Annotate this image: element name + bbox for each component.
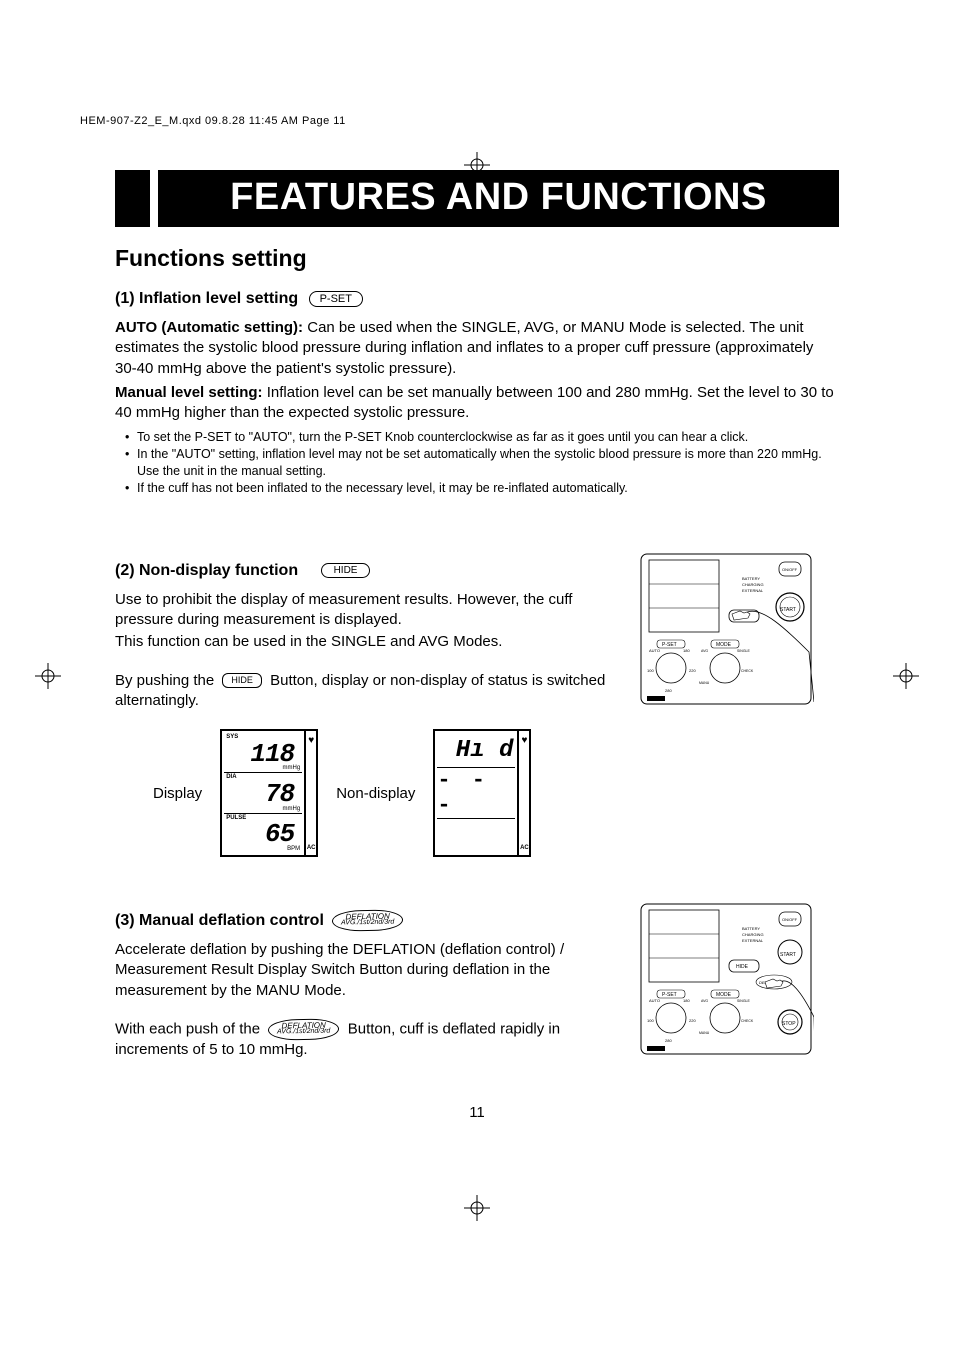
svg-text:MANU: MANU <box>699 1031 710 1035</box>
device-illustration-icon: BATTERY CHARGING EXTERNAL HIDE ON/OFF ST… <box>639 552 814 707</box>
svg-text:220: 220 <box>689 668 696 673</box>
page: HEM-907-Z2_E_M.qxd 09.8.28 11:45 AM Page… <box>0 0 954 1351</box>
heart-icon: ♥ <box>308 735 314 746</box>
svg-text:BATTERY: BATTERY <box>742 926 760 931</box>
s1-heading: (1) Inflation level setting <box>115 290 298 308</box>
dashes: - - - <box>437 768 507 818</box>
svg-text:MANU: MANU <box>699 681 710 685</box>
svg-text:ON/OFF: ON/OFF <box>782 917 798 922</box>
deflation-l2: AVG./1st/2nd/3rd <box>341 920 394 927</box>
section-3: (3) Manual deflation control DEFLATION A… <box>115 902 839 1064</box>
dia-tag: DIA <box>226 774 236 780</box>
svg-text:MODE: MODE <box>716 642 732 648</box>
content: FEATURES AND FUNCTIONS Functions setting… <box>60 170 894 1121</box>
s2-p1: Use to prohibit the display of measureme… <box>115 590 619 631</box>
s3-p1: Accelerate deflation by pushing the DEFL… <box>115 940 619 1001</box>
nondisplay-label: Non-display <box>336 785 415 802</box>
title-tab-left <box>115 170 150 227</box>
s3-p2a: With each push of the <box>115 1020 260 1037</box>
lcd-nondisplay: Hı d - - - ♥ AC <box>433 729 531 857</box>
section-heading: Functions setting <box>115 245 839 272</box>
registration-mark-icon <box>464 1195 490 1221</box>
svg-text:SINGLE: SINGLE <box>737 999 751 1003</box>
svg-text:AVG: AVG <box>701 999 708 1003</box>
svg-text:AUTO: AUTO <box>649 998 660 1003</box>
svg-text:MODE: MODE <box>716 992 732 998</box>
svg-text:SINGLE: SINGLE <box>737 649 751 653</box>
svg-text:280: 280 <box>665 688 672 693</box>
svg-text:AUTO: AUTO <box>649 648 660 653</box>
svg-text:ON/OFF: ON/OFF <box>782 567 798 572</box>
print-header: HEM-907-Z2_E_M.qxd 09.8.28 11:45 AM Page… <box>80 115 346 127</box>
s2-p3a: By pushing the <box>115 672 214 689</box>
s3-heading: (3) Manual deflation control <box>115 912 324 930</box>
svg-text:180: 180 <box>683 998 690 1003</box>
pulse-unit: BPM <box>287 846 300 852</box>
svg-text:HIDE: HIDE <box>736 964 749 970</box>
registration-mark-icon <box>893 663 919 689</box>
ac-label: AC <box>307 845 316 851</box>
s1-bullet-3: If the cuff has not been inflated to the… <box>137 480 839 497</box>
hide-button-inline: HIDE <box>222 673 262 687</box>
s1-bullet-2: In the "AUTO" setting, inflation level m… <box>137 446 839 480</box>
s1-auto-paragraph: AUTO (Automatic setting): Can be used wh… <box>115 318 839 379</box>
s3-p2: With each push of the DEFLATION AVG./1st… <box>115 1019 619 1061</box>
s2-p2: This function can be used in the SINGLE … <box>115 632 619 652</box>
s1-bullet-1: To set the P-SET to "AUTO", turn the P-S… <box>137 429 839 446</box>
s1-manual-label: Manual level setting: <box>115 384 263 401</box>
section-2: (2) Non-display function HIDE Use to pro… <box>115 552 839 857</box>
dia-unit: mmHg <box>283 806 301 812</box>
svg-text:CHECK: CHECK <box>741 669 754 673</box>
registration-mark-icon <box>35 663 61 689</box>
svg-text:220: 220 <box>689 1018 696 1023</box>
svg-text:CHECK: CHECK <box>741 1019 754 1023</box>
svg-text:AVG: AVG <box>701 649 708 653</box>
registration-mark-icon <box>464 152 490 178</box>
svg-text:CHARGING: CHARGING <box>742 932 764 937</box>
s2-heading: (2) Non-display function <box>115 562 298 580</box>
svg-text:CHARGING: CHARGING <box>742 582 764 587</box>
svg-text:START: START <box>780 952 796 958</box>
ac-label: AC <box>520 845 529 851</box>
s2-device-illustration: BATTERY CHARGING EXTERNAL HIDE ON/OFF ST… <box>639 552 839 712</box>
svg-text:100: 100 <box>647 1018 654 1023</box>
s3-device-illustration: BATTERY CHARGING EXTERNAL HIDE ON/OFF ST… <box>639 902 839 1062</box>
pulse-tag: PULSE <box>226 815 246 821</box>
heart-icon: ♥ <box>521 735 527 746</box>
title-bar: FEATURES AND FUNCTIONS <box>115 170 839 227</box>
s1-auto-label: AUTO (Automatic setting): <box>115 319 303 336</box>
device-illustration-icon: BATTERY CHARGING EXTERNAL HIDE ON/OFF ST… <box>639 902 814 1057</box>
svg-text:STOP: STOP <box>782 1021 796 1027</box>
svg-text:P-SET: P-SET <box>662 642 677 648</box>
page-number: 11 <box>115 1104 839 1121</box>
page-title: FEATURES AND FUNCTIONS <box>158 170 839 227</box>
sys-tag: SYS <box>226 734 238 740</box>
svg-text:180: 180 <box>683 648 690 653</box>
pset-pill: P-SET <box>309 291 363 307</box>
hid-text: Hı d <box>456 737 514 764</box>
s1-bullets: •To set the P-SET to "AUTO", turn the P-… <box>115 429 839 497</box>
s2-p3: By pushing the HIDE Button, display or n… <box>115 671 619 712</box>
svg-text:EXTERNAL: EXTERNAL <box>742 588 764 593</box>
lcd-display: SYS 118 mmHg DIA 78 mmHg PULSE <box>220 729 318 857</box>
svg-text:100: 100 <box>647 668 654 673</box>
sys-unit: mmHg <box>283 765 301 771</box>
section-1: (1) Inflation level setting P-SET AUTO (… <box>115 280 839 497</box>
svg-text:BATTERY: BATTERY <box>742 576 760 581</box>
display-examples: Display SYS 118 mmHg DIA 78 mmHg <box>153 729 619 857</box>
dia-value: 78 <box>265 779 294 809</box>
hide-pill: HIDE <box>321 563 371 578</box>
svg-text:START: START <box>780 607 796 613</box>
deflation-button-label: DEFLATION AVG./1st/2nd/3rd <box>332 909 403 932</box>
svg-text:EXTERNAL: EXTERNAL <box>742 938 764 943</box>
svg-text:P-SET: P-SET <box>662 992 677 998</box>
svg-text:280: 280 <box>665 1038 672 1043</box>
display-label: Display <box>153 785 202 802</box>
sys-value: 118 <box>250 739 294 769</box>
s1-manual-paragraph: Manual level setting: Inflation level ca… <box>115 383 839 424</box>
deflation-button-inline: DEFLATION AVG./1st/2nd/3rd <box>268 1018 339 1041</box>
pulse-value: 65 <box>265 819 294 849</box>
